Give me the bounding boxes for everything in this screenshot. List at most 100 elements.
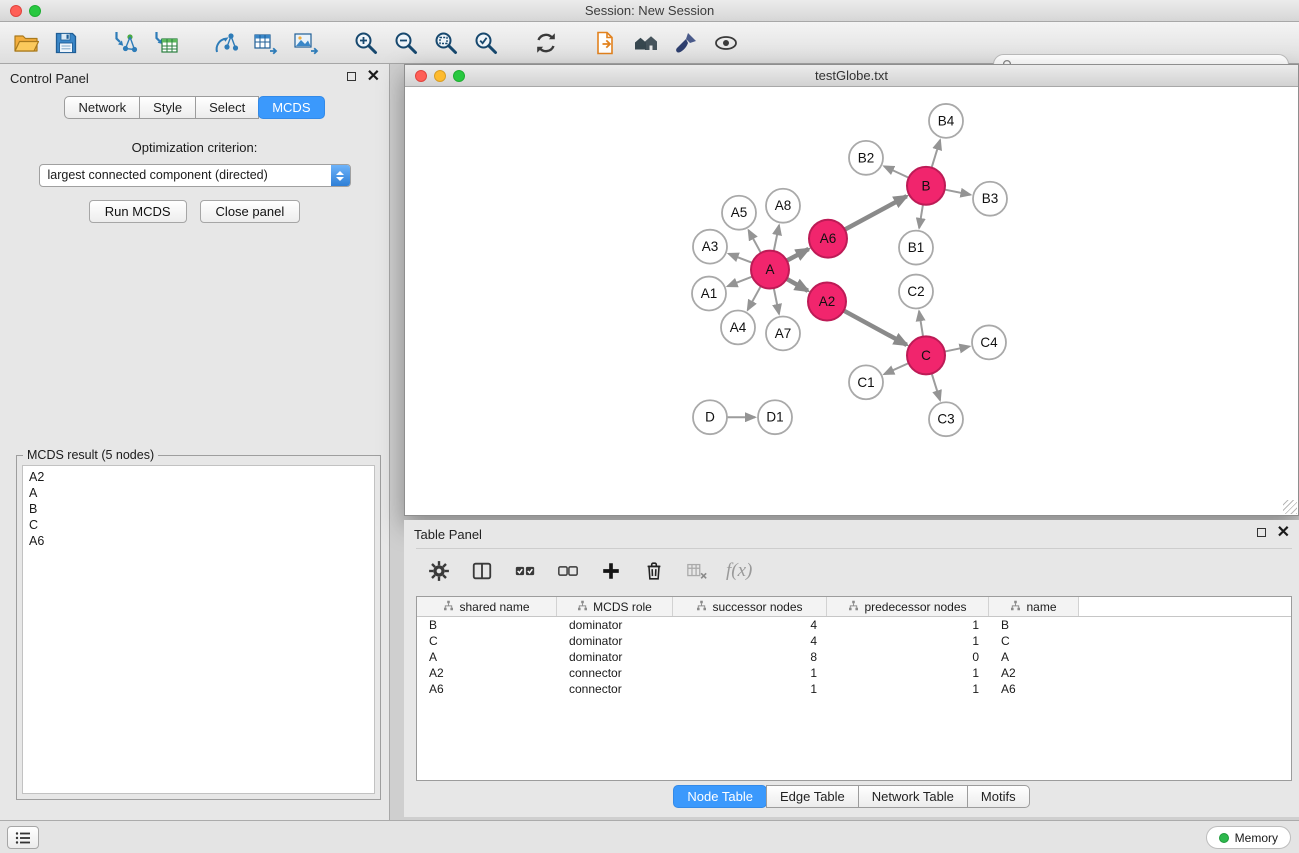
optimization-criterion-dropdown[interactable]: largest connected component (directed) — [39, 164, 351, 187]
edge-B-B2[interactable] — [884, 166, 909, 177]
network-node-B3[interactable]: B3 — [973, 182, 1007, 216]
delete-column-button[interactable] — [639, 556, 669, 586]
network-node-A[interactable]: A — [751, 251, 789, 289]
open-session-button[interactable] — [10, 27, 42, 59]
task-history-button[interactable] — [7, 826, 39, 849]
table-settings-button[interactable] — [424, 556, 454, 586]
tab-node-table[interactable]: Node Table — [673, 785, 767, 808]
edge-B-B3[interactable] — [945, 190, 971, 195]
edge-A-A2[interactable] — [787, 279, 808, 291]
export-table-button[interactable] — [250, 27, 282, 59]
export-network-button[interactable] — [210, 27, 242, 59]
refresh-icon — [533, 30, 559, 56]
refresh-layout-button[interactable] — [530, 27, 562, 59]
float-panel-icon[interactable] — [347, 72, 356, 81]
edge-A-A1[interactable] — [728, 277, 753, 287]
table-row[interactable]: A2connector11A2 — [417, 665, 1291, 681]
network-window-titlebar[interactable]: testGlobe.txt — [405, 65, 1298, 87]
network-node-A4[interactable]: A4 — [721, 310, 755, 344]
zoom-in-button[interactable] — [350, 27, 382, 59]
zoom-fit-button[interactable] — [430, 27, 462, 59]
column-header-mcds-role[interactable]: MCDS role — [557, 597, 673, 616]
network-node-D[interactable]: D — [693, 400, 727, 434]
network-node-A6[interactable]: A6 — [809, 220, 847, 258]
save-session-button[interactable] — [50, 27, 82, 59]
function-builder-button[interactable]: f(x) — [726, 560, 752, 582]
network-node-A2[interactable]: A2 — [808, 283, 846, 321]
edge-A-A5[interactable] — [749, 230, 761, 253]
mcds-result-title: MCDS result (5 nodes) — [23, 448, 158, 462]
close-table-panel-icon[interactable]: ✕ — [1277, 527, 1290, 538]
network-node-C[interactable]: C — [907, 336, 945, 374]
tab-network[interactable]: Network — [64, 96, 140, 119]
edge-A-A7[interactable] — [774, 288, 779, 314]
network-canvas[interactable]: B4 B2 B B3 A5 A8 A6 B1 A3 A C2 A1 A2 A4 A7 C4 C C1 C3 D D1 — [405, 87, 1298, 515]
column-header-name[interactable]: name — [989, 597, 1079, 616]
edge-C-C2[interactable] — [919, 311, 923, 336]
close-panel-icon[interactable]: ✕ — [367, 71, 380, 82]
column-header-predecessor-nodes[interactable]: predecessor nodes — [827, 597, 989, 616]
table-row[interactable]: Adominator80A — [417, 649, 1291, 665]
edge-A-A3[interactable] — [729, 254, 753, 263]
network-node-C1[interactable]: C1 — [849, 365, 883, 399]
close-panel-button[interactable]: Close panel — [200, 200, 301, 223]
mcds-result-list[interactable]: A2ABCA6 — [22, 465, 375, 794]
edge-C-C4[interactable] — [945, 346, 970, 351]
float-table-panel-icon[interactable] — [1257, 528, 1266, 537]
annotation-button[interactable] — [670, 27, 702, 59]
memory-button[interactable]: Memory — [1206, 826, 1291, 849]
app-titlebar: Session: New Session — [0, 0, 1299, 22]
select-all-rows-button[interactable] — [510, 556, 540, 586]
network-node-A3[interactable]: A3 — [693, 230, 727, 264]
network-window-title: testGlobe.txt — [405, 68, 1298, 83]
tab-mcds[interactable]: MCDS — [258, 96, 324, 119]
tab-style[interactable]: Style — [139, 96, 196, 119]
first-neighbors-button[interactable] — [630, 27, 662, 59]
network-node-B1[interactable]: B1 — [899, 231, 933, 265]
network-node-C3[interactable]: C3 — [929, 402, 963, 436]
column-header-successor-nodes[interactable]: successor nodes — [673, 597, 827, 616]
network-node-A1[interactable]: A1 — [692, 277, 726, 311]
network-node-A5[interactable]: A5 — [722, 196, 756, 230]
edge-C-C1[interactable] — [884, 363, 908, 374]
delete-table-button[interactable] — [682, 556, 712, 586]
network-node-A8[interactable]: A8 — [766, 189, 800, 223]
run-mcds-button[interactable]: Run MCDS — [89, 200, 187, 223]
tab-motifs[interactable]: Motifs — [967, 785, 1030, 808]
network-node-B[interactable]: B — [907, 167, 945, 205]
network-canvas-svg[interactable]: B4 B2 B B3 A5 A8 A6 B1 A3 A C2 A1 A2 A4 A7 C4 C C1 C3 D D1 — [405, 87, 1298, 515]
deselect-all-rows-button[interactable] — [553, 556, 583, 586]
edge-B-B1[interactable] — [919, 204, 923, 227]
table-row[interactable]: A6connector11A6 — [417, 681, 1291, 697]
export-image-button[interactable] — [290, 27, 322, 59]
edge-A6-B[interactable] — [845, 196, 907, 229]
network-node-B4[interactable]: B4 — [929, 104, 963, 138]
column-header-shared-name[interactable]: shared name — [417, 597, 557, 616]
network-node-B2[interactable]: B2 — [849, 141, 883, 175]
import-table-button[interactable] — [150, 27, 182, 59]
network-node-D1[interactable]: D1 — [758, 400, 792, 434]
network-node-C4[interactable]: C4 — [972, 325, 1006, 359]
edge-C-C3[interactable] — [932, 373, 940, 400]
network-node-A7[interactable]: A7 — [766, 316, 800, 350]
tab-edge-table[interactable]: Edge Table — [766, 785, 859, 808]
import-network-button[interactable] — [110, 27, 142, 59]
tab-network-table[interactable]: Network Table — [858, 785, 968, 808]
edge-A-A4[interactable] — [748, 286, 761, 310]
column-sort-icon — [1010, 600, 1021, 614]
table-row[interactable]: Bdominator41B — [417, 617, 1291, 633]
show-columns-button[interactable] — [467, 556, 497, 586]
resize-grip-icon[interactable] — [1283, 500, 1297, 514]
zoom-out-button[interactable] — [390, 27, 422, 59]
edge-B-B4[interactable] — [932, 140, 941, 168]
create-column-button[interactable] — [596, 556, 626, 586]
show-graphics-details-button[interactable] — [710, 27, 742, 59]
open-network-file-button[interactable] — [590, 27, 622, 59]
table-row[interactable]: Cdominator41C — [417, 633, 1291, 649]
edge-A2-C[interactable] — [844, 311, 907, 345]
network-node-C2[interactable]: C2 — [899, 275, 933, 309]
edge-A-A8[interactable] — [774, 225, 779, 251]
tab-select[interactable]: Select — [195, 96, 259, 119]
edge-A-A6[interactable] — [787, 249, 809, 261]
zoom-selected-button[interactable] — [470, 27, 502, 59]
